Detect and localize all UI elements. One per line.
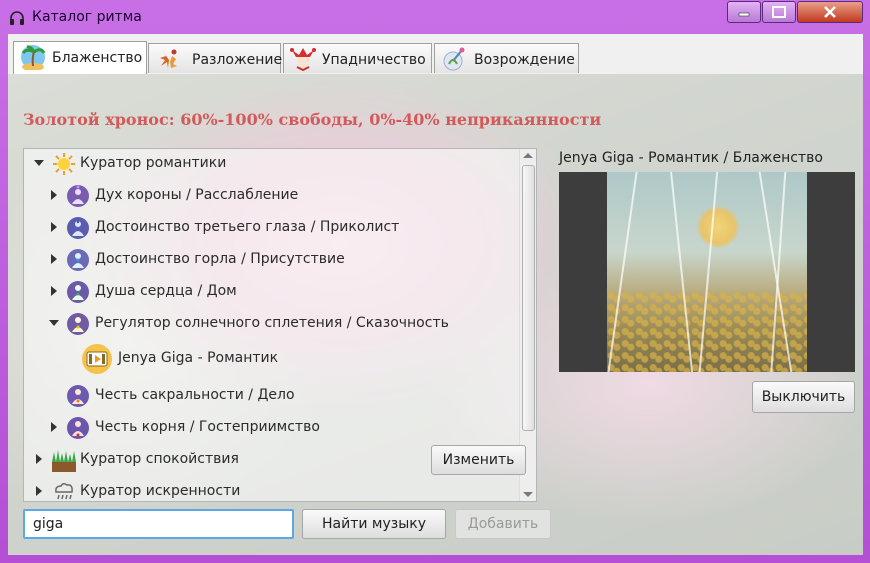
- tree-node-throat[interactable]: Достоинство горла / Присутствие: [24, 245, 519, 275]
- tree-node-root[interactable]: Честь корня / Гостеприимство: [24, 413, 519, 443]
- tab-label: Возрождение: [474, 52, 575, 68]
- tree-node-label: Регулятор солнечного сплетения / Сказочн…: [95, 315, 449, 331]
- app-window: Каталог ритма Блаженство Разложение Упад…: [0, 0, 870, 563]
- close-button[interactable]: [797, 1, 863, 23]
- tab-vozrozhdenie[interactable]: Возрождение: [434, 43, 579, 73]
- tree-node-crown[interactable]: Дух короны / Расслабление: [24, 181, 519, 211]
- tree-node-sacral[interactable]: Честь сакральности / Дело: [24, 381, 519, 411]
- tab-panel-blazhenstvo: Золотой хронос: 60%-100% свободы, 0%-40%…: [8, 74, 863, 555]
- sun-icon: [53, 153, 75, 175]
- title-bar[interactable]: Каталог ритма: [0, 0, 870, 34]
- preview-title: Jenya Giga - Романтик / Блаженство: [559, 150, 823, 166]
- close-icon: [824, 6, 836, 18]
- tab-razlozhenie[interactable]: Разложение: [148, 43, 283, 73]
- tab-blazhenstvo[interactable]: Блаженство: [13, 41, 147, 74]
- tree-node-label: Jenya Giga - Романтик: [118, 350, 279, 366]
- chakra-sacral-icon: [67, 385, 89, 407]
- client-area: Блаженство Разложение Упадничество Возро…: [8, 34, 863, 555]
- chakra-solar-plexus-icon: [67, 313, 89, 335]
- tab-upadnichestvo[interactable]: Упадничество: [283, 43, 432, 73]
- tree-node-label: Куратор романтики: [80, 155, 227, 171]
- tab-label: Упадничество: [322, 52, 426, 68]
- tree-node-label: Куратор искренности: [80, 483, 241, 499]
- window-title: Каталог ритма: [32, 9, 142, 25]
- disable-button[interactable]: Выключить: [752, 381, 855, 413]
- jester-icon: [290, 48, 316, 72]
- tab-bar: Блаженство Разложение Упадничество Возро…: [8, 34, 863, 74]
- tree-node-label: Достоинство горла / Присутствие: [95, 251, 345, 267]
- chakra-throat-icon: [67, 249, 89, 271]
- maximize-icon: [772, 6, 786, 18]
- rain-cloud-icon: [55, 482, 73, 500]
- expand-arrow[interactable]: [51, 254, 57, 264]
- spring-icon: [443, 47, 465, 71]
- maximize-button[interactable]: [762, 1, 796, 23]
- scroll-up-icon[interactable]: [523, 153, 533, 158]
- chakra-third-eye-icon: [67, 217, 89, 239]
- tab-label: Разложение: [192, 52, 283, 68]
- mood-headline: Золотой хронос: 60%-100% свободы, 0%-40%…: [23, 110, 602, 129]
- minimize-icon: [738, 12, 750, 17]
- tree-node-label: Честь сакральности / Дело: [95, 387, 295, 403]
- tree-node-heart[interactable]: Душа сердца / Дом: [24, 277, 519, 307]
- edit-button[interactable]: Изменить: [431, 445, 526, 475]
- chakra-root-icon: [67, 417, 89, 439]
- expand-arrow[interactable]: [36, 486, 42, 496]
- expand-arrow[interactable]: [51, 190, 57, 200]
- tree-node-label: Душа сердца / Дом: [95, 283, 237, 299]
- tree-node-label: Достоинство третьего глаза / Приколист: [95, 219, 400, 235]
- tree-node-solar-plexus[interactable]: Регулятор солнечного сплетения / Сказочн…: [24, 309, 519, 339]
- headphones-icon: [10, 11, 24, 25]
- scroll-thumb[interactable]: [522, 165, 535, 431]
- chakra-heart-icon: [67, 281, 89, 303]
- tree-node-curator-sincerity[interactable]: Куратор искренности: [24, 477, 519, 501]
- expand-arrow[interactable]: [49, 320, 59, 326]
- tree-node-label: Дух короны / Расслабление: [95, 187, 299, 203]
- tree-node-third-eye[interactable]: Достоинство третьего глаза / Приколист: [24, 213, 519, 243]
- expand-arrow[interactable]: [36, 454, 42, 464]
- expand-arrow[interactable]: [51, 222, 57, 232]
- add-button[interactable]: Добавить: [455, 509, 551, 539]
- tree-node-label: Честь корня / Гостеприимство: [95, 419, 320, 435]
- minimize-button[interactable]: [727, 1, 761, 23]
- track-preview: [559, 172, 855, 372]
- chakra-crown-icon: [67, 185, 89, 207]
- expand-arrow[interactable]: [34, 160, 44, 166]
- tree-node-track-jenya-giga[interactable]: Jenya Giga - Романтик: [24, 342, 519, 376]
- scroll-down-icon[interactable]: [523, 492, 533, 497]
- autumn-leaves-icon: [160, 49, 177, 68]
- cover-sun: [697, 206, 739, 248]
- expand-arrow[interactable]: [51, 286, 57, 296]
- cover-art-image: [607, 172, 807, 372]
- grass-icon: [52, 450, 76, 472]
- palm-tree-icon: [21, 45, 46, 70]
- search-input[interactable]: [23, 509, 294, 539]
- tree-node-label: Куратор спокойствия: [80, 451, 239, 467]
- find-music-button[interactable]: Найти музыку: [302, 509, 446, 539]
- tree-node-curator-romance[interactable]: Куратор романтики: [24, 149, 519, 179]
- expand-arrow[interactable]: [51, 422, 57, 432]
- tab-label: Блаженство: [52, 50, 143, 66]
- music-video-icon: [82, 344, 112, 374]
